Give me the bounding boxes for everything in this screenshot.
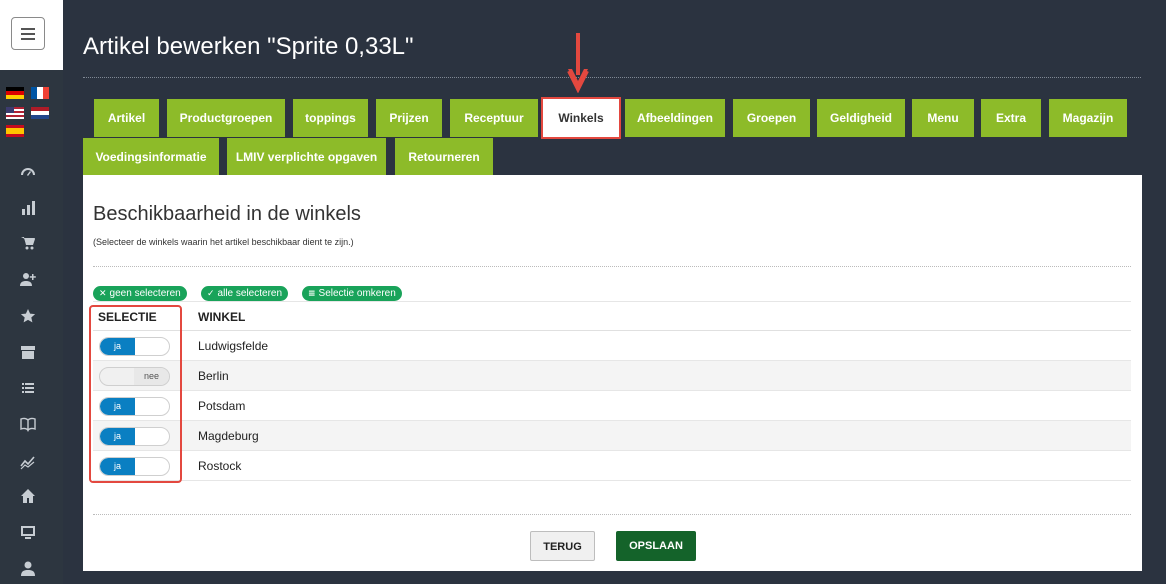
store-name: Rostock [198,459,242,473]
monitor-icon[interactable] [18,522,38,542]
column-header-store: WINKEL [198,310,246,324]
divider [93,266,1131,267]
hamburger-menu-icon[interactable] [11,17,45,50]
trend-line-icon[interactable] [18,452,38,472]
add-user-icon[interactable] [18,269,38,289]
save-button[interactable]: OPSLAAN [616,531,696,561]
book-icon[interactable] [18,414,38,434]
tab-retourneren[interactable]: Retourneren [395,138,493,176]
archive-icon[interactable] [18,342,38,362]
tab-receptuur[interactable]: Receptuur [450,99,538,137]
tab-artikel[interactable]: Artikel [94,99,159,137]
title-divider [83,77,1141,78]
check-icon: ✓ [207,289,215,299]
selection-highlight-box [89,305,182,483]
section-title: Beschikbaarheid in de winkels [93,203,361,225]
section-subtitle: (Selecteer de winkels waarin het artikel… [93,237,354,247]
table-row: nee Berlin [93,361,1131,391]
divider [93,514,1131,515]
bar-chart-icon[interactable] [18,198,38,218]
cart-icon[interactable] [18,233,38,253]
tab-voedingsinformatie[interactable]: Voedingsinformatie [83,138,219,176]
german-flag-icon[interactable] [6,87,24,99]
sidebar [0,0,63,584]
back-button[interactable]: TERUG [530,531,595,561]
store-name: Berlin [198,369,229,383]
invert-selection-label: Selectie omkeren [318,288,396,299]
tab-winkels[interactable]: Winkels [541,97,621,139]
star-icon[interactable] [18,306,38,326]
list-icon[interactable] [18,378,38,398]
dutch-flag-icon[interactable] [31,107,49,119]
tab-geldigheid[interactable]: Geldigheid [817,99,905,137]
tab-prijzen[interactable]: Prijzen [376,99,442,137]
table-row: ja Potsdam [93,391,1131,421]
dashboard-gauge-icon[interactable] [18,163,38,183]
table-row: ja Magdeburg [93,421,1131,451]
content-panel: Beschikbaarheid in de winkels (Selecteer… [83,175,1142,571]
french-flag-icon[interactable] [31,87,49,99]
invert-selection-button[interactable]: ≡ Selectie omkeren [302,286,402,301]
tab-lmiv-verplichte-opgaven[interactable]: LMIV verplichte opgaven [227,138,386,176]
red-arrow-down-icon [567,33,589,93]
tab-magazijn[interactable]: Magazijn [1049,99,1127,137]
us-flag-icon[interactable] [6,107,24,119]
table-header: SELECTIE WINKEL [93,301,1131,331]
table-row: ja Ludwigsfelde [93,331,1131,361]
tab-groepen[interactable]: Groepen [733,99,810,137]
home-icon[interactable] [18,486,38,506]
select-all-button[interactable]: ✓ alle selecteren [201,286,289,301]
list-icon: ≡ [308,289,316,299]
tab-afbeeldingen[interactable]: Afbeeldingen [625,99,725,137]
table-row: ja Rostock [93,451,1131,481]
select-none-label: geen selecteren [109,288,181,299]
select-all-label: alle selecteren [217,288,283,299]
sidebar-header [0,0,63,70]
page-title: Artikel bewerken "Sprite 0,33L" [83,33,414,60]
user-icon[interactable] [18,558,38,578]
tab-toppings[interactable]: toppings [293,99,368,137]
tab-extra[interactable]: Extra [981,99,1041,137]
tab-menu[interactable]: Menu [912,99,974,137]
store-name: Potsdam [198,399,246,413]
select-none-button[interactable]: ✕ geen selecteren [93,286,187,301]
close-icon: ✕ [99,289,107,299]
store-name: Ludwigsfelde [198,339,269,353]
store-name: Magdeburg [198,429,259,443]
spanish-flag-icon[interactable] [6,125,24,137]
tab-productgroepen[interactable]: Productgroepen [167,99,285,137]
